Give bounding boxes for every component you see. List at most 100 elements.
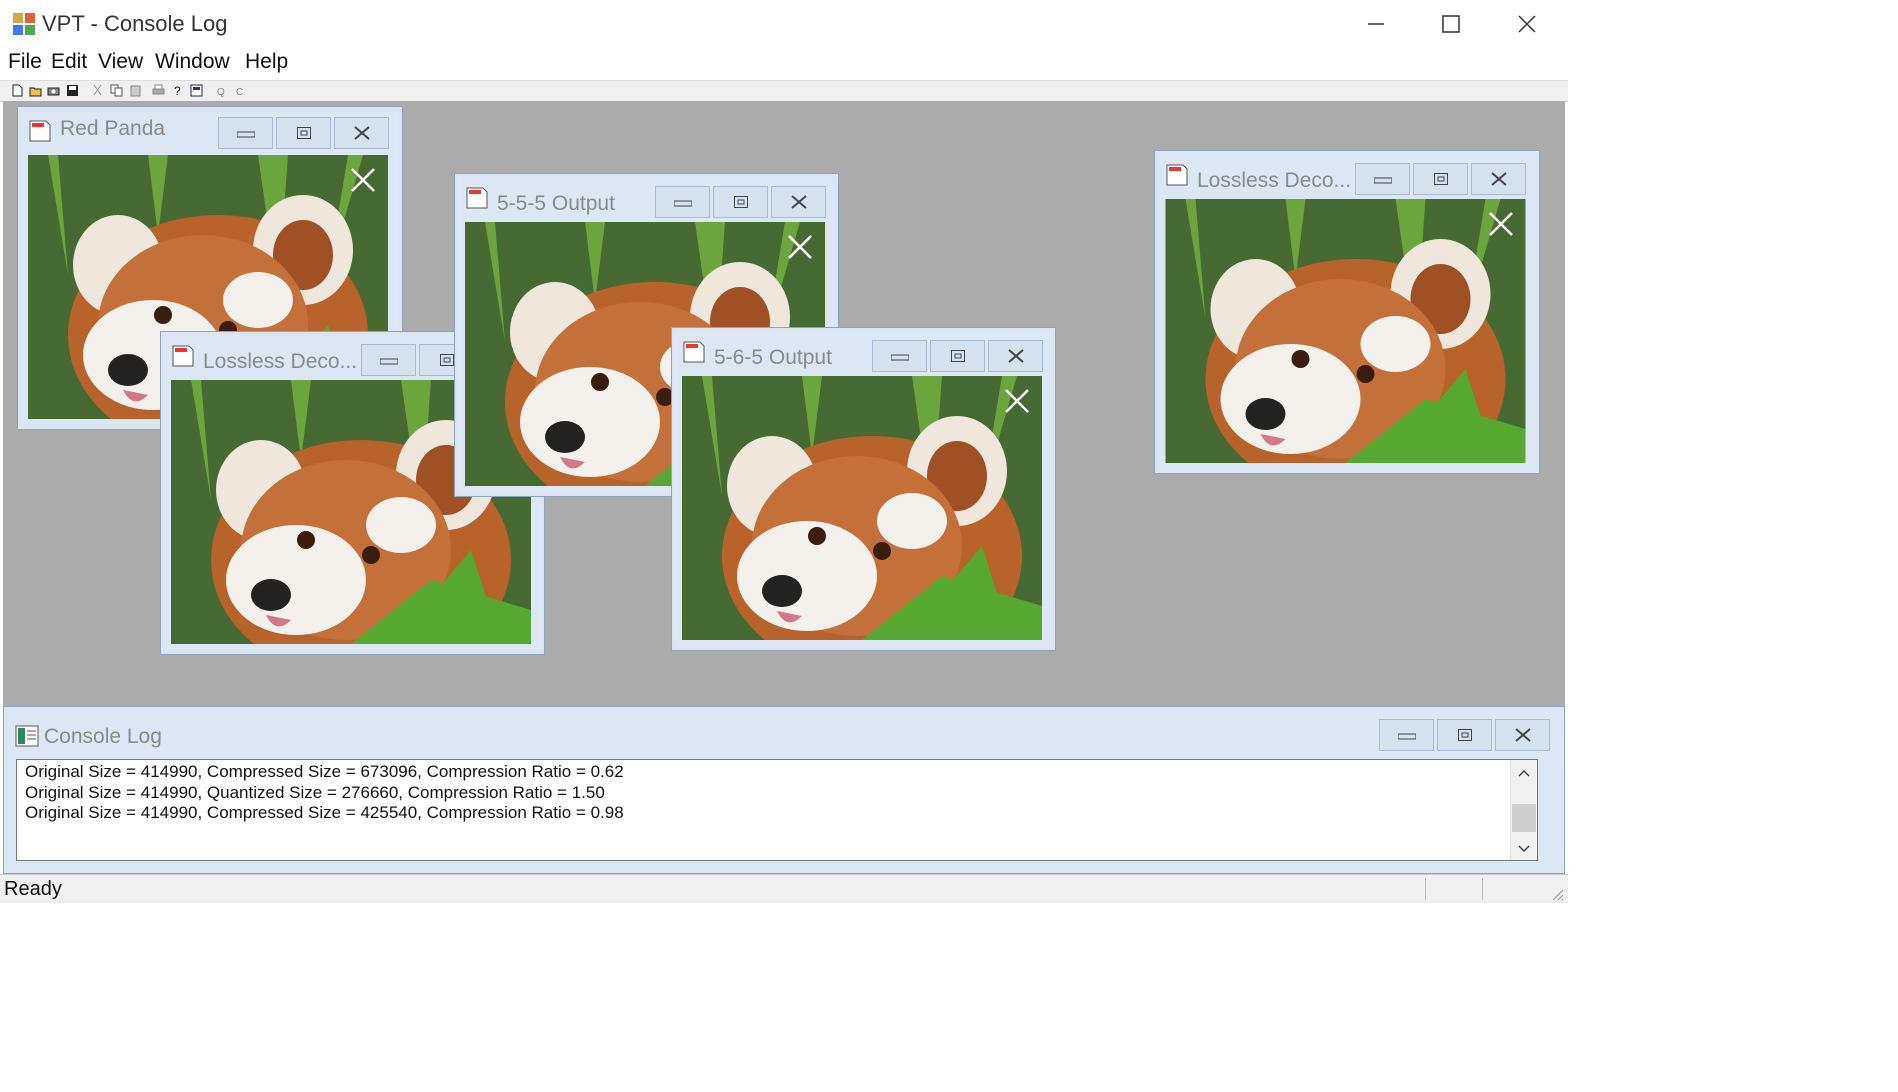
minimize-icon	[1373, 177, 1392, 184]
properties-icon[interactable]	[190, 84, 203, 97]
console-icon	[15, 725, 39, 747]
maximize-button[interactable]	[1437, 719, 1492, 751]
scroll-up-icon[interactable]	[1517, 768, 1531, 778]
minimize-button[interactable]	[1379, 719, 1434, 751]
console-title: Console Log	[44, 725, 162, 748]
close-icon	[1518, 15, 1536, 33]
app-title: VPT - Console Log	[42, 11, 228, 36]
close-icon[interactable]	[1488, 211, 1514, 237]
close-button[interactable]	[1495, 719, 1550, 751]
save-icon[interactable]	[66, 84, 79, 97]
close-icon[interactable]	[1004, 388, 1030, 414]
close-icon[interactable]	[350, 167, 376, 193]
log-line: Original Size = 414990, Compressed Size …	[25, 762, 624, 781]
minimize-icon	[1368, 23, 1384, 25]
minimize-icon	[379, 358, 398, 365]
close-icon	[353, 126, 370, 140]
maximize-button[interactable]	[713, 186, 768, 218]
maximize-icon	[296, 127, 311, 139]
paste-icon[interactable]	[129, 84, 142, 97]
child-window-565-output[interactable]: 5-6-5 Output	[671, 327, 1056, 651]
scroll-down-icon[interactable]	[1517, 844, 1531, 854]
status-pane	[1482, 878, 1539, 900]
maximize-button[interactable]	[276, 117, 331, 149]
svg-text:Q: Q	[217, 87, 225, 97]
close-button[interactable]	[1471, 163, 1526, 195]
menu-view[interactable]: View	[98, 50, 143, 74]
menu-help[interactable]: Help	[245, 50, 288, 74]
open-folder-icon[interactable]	[29, 84, 42, 97]
menu-file[interactable]: File	[8, 50, 42, 74]
maximize-button[interactable]	[930, 340, 985, 372]
console-output[interactable]: Original Size = 414990, Compressed Size …	[16, 759, 1538, 861]
menu-window[interactable]: Window	[155, 50, 230, 74]
app-icon	[13, 13, 35, 35]
svg-text:?: ?	[174, 84, 181, 97]
minimize-button[interactable]	[872, 340, 927, 372]
document-icon	[172, 345, 194, 367]
minimize-icon	[890, 354, 909, 361]
document-icon	[683, 341, 705, 363]
red-panda-image	[1165, 199, 1526, 463]
window-title: 5-6-5 Output	[714, 346, 832, 369]
close-button[interactable]	[771, 186, 826, 218]
menu-edit[interactable]: Edit	[51, 50, 87, 74]
compress-icon[interactable]: C	[234, 84, 247, 97]
window-title: Lossless Deco...	[203, 350, 358, 373]
window-title: Red Panda	[60, 117, 166, 140]
close-button[interactable]	[988, 340, 1043, 372]
maximize-icon	[1457, 729, 1472, 741]
quantize-icon[interactable]: Q	[215, 84, 228, 97]
close-icon	[1007, 349, 1024, 363]
close-icon	[790, 195, 807, 209]
scroll-thumb[interactable]	[1512, 804, 1536, 832]
resize-grip-icon[interactable]	[1550, 887, 1564, 901]
app-titlebar: VPT - Console Log	[0, 0, 1568, 48]
minimize-button[interactable]	[218, 117, 273, 149]
log-line: Original Size = 414990, Compressed Size …	[25, 803, 624, 822]
window-title: 5-5-5 Output	[497, 192, 615, 215]
minimize-button[interactable]	[655, 186, 710, 218]
maximize-icon	[439, 354, 454, 366]
close-icon	[1514, 728, 1531, 742]
close-button[interactable]	[1489, 0, 1565, 48]
cut-icon[interactable]	[91, 84, 104, 97]
svg-text:C: C	[236, 87, 243, 97]
toolbar: ? Q C	[0, 80, 1568, 102]
maximize-button[interactable]	[1413, 163, 1468, 195]
status-text: Ready	[4, 878, 62, 900]
red-panda-image	[682, 376, 1042, 640]
new-file-icon[interactable]	[11, 84, 24, 97]
minimize-button[interactable]	[361, 344, 416, 376]
vertical-scrollbar[interactable]	[1510, 760, 1537, 860]
print-icon[interactable]	[152, 84, 165, 97]
document-icon	[1166, 164, 1188, 186]
menu-bar: File Edit View Window Help	[0, 48, 1568, 80]
maximize-button[interactable]	[1413, 0, 1489, 48]
maximize-icon	[1433, 173, 1448, 185]
console-log-window[interactable]: Console Log Original Size = 414990, Comp…	[3, 706, 1565, 874]
document-icon	[29, 120, 51, 142]
image-panel	[1165, 199, 1526, 463]
maximize-icon	[1442, 15, 1460, 33]
minimize-icon	[673, 200, 692, 207]
document-icon	[466, 187, 488, 209]
minimize-button[interactable]	[1338, 0, 1414, 48]
minimize-button[interactable]	[1355, 163, 1410, 195]
maximize-icon	[950, 350, 965, 362]
window-title: Lossless Deco...	[1197, 169, 1352, 192]
status-bar: Ready	[0, 874, 1568, 903]
log-line: Original Size = 414990, Quantized Size =…	[25, 782, 605, 802]
status-pane	[1425, 878, 1482, 900]
minimize-icon	[1397, 733, 1416, 740]
image-panel	[682, 376, 1042, 640]
child-window-lossless-decoded-2[interactable]: Lossless Deco...	[1154, 150, 1540, 474]
close-button[interactable]	[334, 117, 389, 149]
copy-icon[interactable]	[110, 84, 123, 97]
camera-icon[interactable]	[47, 84, 60, 97]
minimize-icon	[236, 131, 255, 138]
help-icon[interactable]: ?	[171, 84, 184, 97]
close-icon	[1490, 172, 1507, 186]
maximize-icon	[733, 196, 748, 208]
close-icon[interactable]	[787, 234, 813, 260]
